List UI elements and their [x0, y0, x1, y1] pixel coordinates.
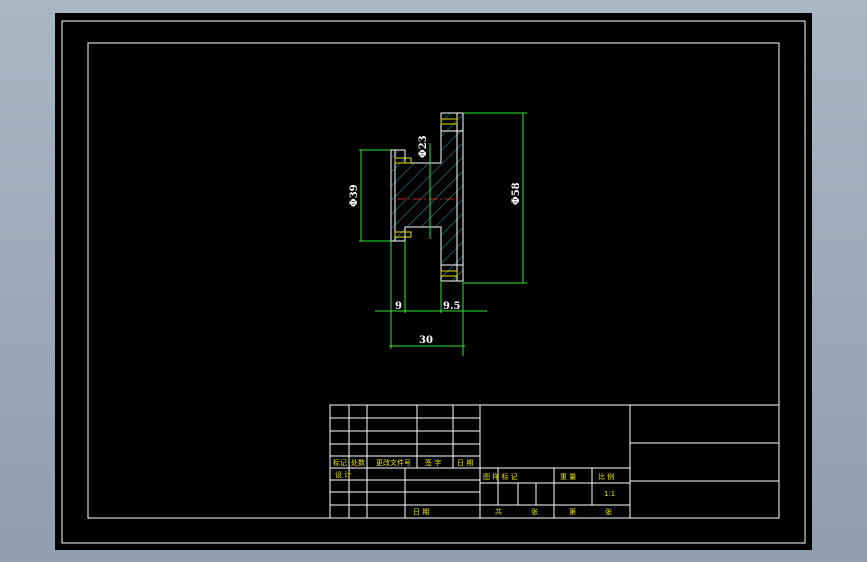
tb-rev-doc: 更改文件号: [376, 458, 411, 467]
tb-design: 设 计: [335, 470, 351, 479]
tb-date-label: 日 期: [457, 459, 473, 467]
dim-text-bore-dia: Φ23: [418, 135, 429, 158]
tb-sheet-unit2: 张: [605, 507, 612, 516]
dim-text-hub-dia: Φ39: [349, 184, 360, 207]
tb-sheet-no: 第: [569, 507, 576, 516]
sheet-inner-frame: [87, 42, 780, 519]
tb-rev-mark: 标记: [333, 458, 347, 467]
dim-text-outer-dia: Φ58: [511, 182, 522, 205]
tb-rev-count: 处数: [351, 458, 365, 467]
dim-text-width-left: 9: [395, 301, 402, 312]
cad-sheet: Φ39 Φ23 Φ58 9 9.5 30 标记 处数 更改文件号 签 字 日 期…: [61, 20, 806, 544]
dimensions: Φ39 Φ23 Φ58 9 9.5 30: [349, 112, 527, 356]
drawing-canvas[interactable]: Φ39 Φ23 Φ58 9 9.5 30 标记 处数 更改文件号 签 字 日 期…: [55, 13, 812, 550]
tb-scale-value: 1:1: [604, 490, 615, 498]
tb-date2: 日 期: [413, 508, 429, 516]
tb-scale-label: 比 例: [598, 472, 614, 481]
dim-text-width-right: 9.5: [443, 301, 460, 312]
tb-sheet-unit: 张: [531, 507, 538, 516]
tb-total: 共: [495, 507, 502, 516]
tb-sign: 签 字: [425, 458, 441, 467]
keyway-bottom: [411, 227, 425, 240]
tb-weight: 重 量: [560, 473, 576, 481]
dim-text-total-width: 30: [419, 335, 433, 346]
title-block: 标记 处数 更改文件号 签 字 日 期 设 计 图 样 标 记 重 量 比 例 …: [329, 404, 780, 519]
tb-stage-mark: 图 样 标 记: [483, 472, 518, 481]
